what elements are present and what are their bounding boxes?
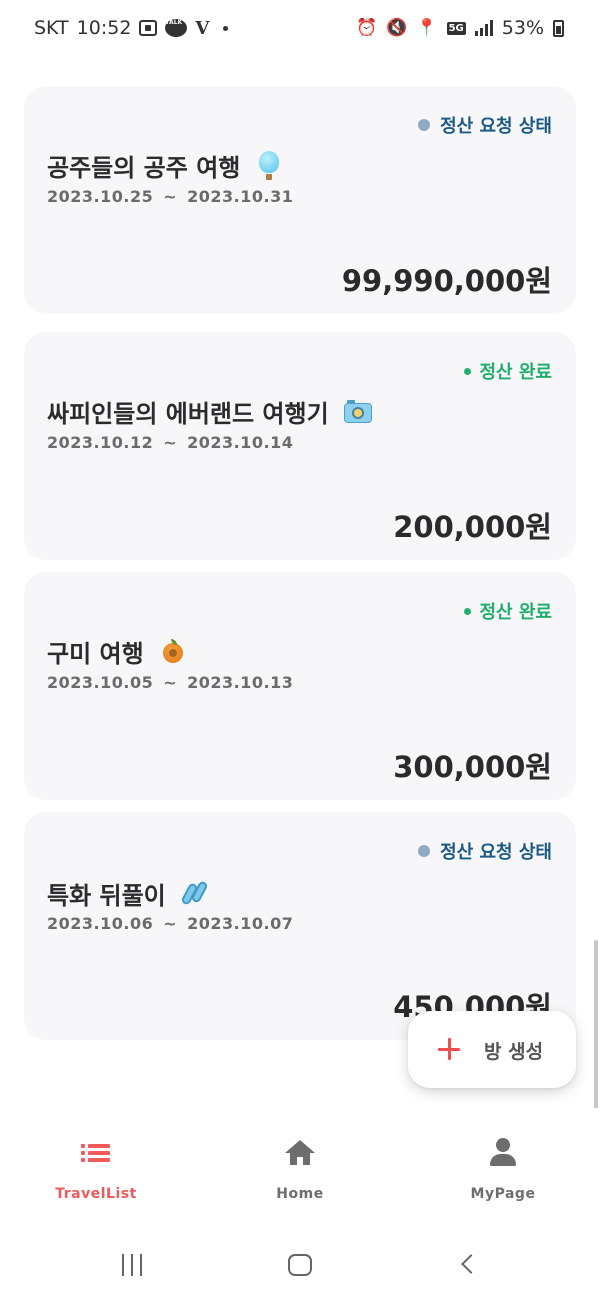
- trip-end-date: 2023.10.31: [187, 187, 294, 206]
- trip-amount: 99,990,000원: [341, 264, 552, 298]
- date-separator: ~: [163, 433, 178, 452]
- settlement-status-label: 정산 완료: [479, 602, 552, 623]
- trip-card[interactable]: 정산 완료 구미 여행 2023.10.05 ~2023.10.13 300,00…: [24, 572, 576, 800]
- status-bar-right: ⏰ 🔇 📍 5G 53%: [356, 17, 564, 39]
- status-dot-icon: [464, 607, 472, 615]
- create-room-button[interactable]: 방 생성: [408, 1011, 576, 1088]
- alarm-icon: ⏰: [356, 17, 378, 38]
- settlement-status-badge: 정산 요청 상태: [418, 838, 552, 864]
- home-icon: [285, 1138, 315, 1172]
- date-separator: ~: [163, 914, 178, 933]
- create-room-label: 방 생성: [484, 1041, 544, 1063]
- trip-start-date: 2023.10.05: [47, 673, 154, 692]
- home-button-icon[interactable]: [288, 1254, 312, 1276]
- settlement-status-label: 정산 요청 상태: [440, 116, 552, 137]
- settlement-status-badge: 정산 요청 상태: [418, 112, 552, 138]
- trip-end-date: 2023.10.14: [187, 433, 294, 452]
- list-icon: [81, 1138, 111, 1172]
- carrier-label: SKT: [34, 17, 69, 39]
- trip-amount: 300,000원: [393, 750, 552, 784]
- nav-label: MyPage: [470, 1186, 536, 1202]
- trip-title: 싸피인들의 에버랜드 여행기: [47, 400, 329, 428]
- nav-item-mypage[interactable]: MyPage: [423, 1138, 583, 1202]
- date-separator: ~: [163, 673, 178, 692]
- status-dot-icon: [418, 119, 431, 131]
- trip-start-date: 2023.10.12: [47, 433, 154, 452]
- trip-amount: 200,000원: [393, 510, 552, 544]
- status-dot-icon: [418, 845, 431, 857]
- trip-card[interactable]: 정산 요청 상태 공주들의 공주 여행 2023.10.25 ~2023.10.3…: [24, 86, 576, 314]
- back-icon[interactable]: [461, 1254, 481, 1274]
- trip-title: 공주들의 공주 여행: [47, 154, 241, 182]
- kakaotalk-icon: TALK: [165, 19, 188, 37]
- trip-title: 특화 뒤풀이: [47, 882, 166, 910]
- status-bar: SKT 10:52 TALK V ⏰ 🔇 📍 5G 53%: [0, 0, 600, 60]
- settlement-status-badge: 정산 완료: [464, 598, 552, 624]
- trip-title: 구미 여행: [47, 640, 144, 668]
- trip-dates: 2023.10.06 ~2023.10.07: [47, 914, 293, 933]
- settlement-status-label: 정산 완료: [479, 362, 552, 383]
- trip-start-date: 2023.10.06: [47, 914, 154, 933]
- trip-end-date: 2023.10.07: [187, 914, 294, 933]
- network-type-icon: 5G: [446, 21, 466, 35]
- battery-percent: 53%: [501, 17, 544, 39]
- nav-label: TravelList: [55, 1186, 137, 1202]
- trip-dates: 2023.10.05 ~2023.10.13: [47, 673, 293, 692]
- trip-title-row: 특화 뒤풀이: [47, 876, 210, 911]
- camera-icon: [343, 397, 373, 427]
- trip-title-row: 싸피인들의 에버랜드 여행기: [47, 394, 373, 429]
- settlement-status-badge: 정산 완료: [464, 358, 552, 384]
- battery-icon: [553, 19, 564, 37]
- status-dot-icon: [464, 367, 472, 375]
- trip-title-row: 공주들의 공주 여행: [47, 148, 284, 183]
- nav-label: Home: [276, 1186, 324, 1202]
- trip-end-date: 2023.10.13: [187, 673, 294, 692]
- mute-icon: 🔇: [386, 17, 408, 38]
- nav-item-home[interactable]: Home: [220, 1138, 380, 1202]
- clock: 10:52: [76, 17, 132, 39]
- recent-apps-icon[interactable]: [120, 1254, 144, 1276]
- date-separator: ~: [163, 187, 178, 206]
- plus-icon: [438, 1038, 460, 1060]
- nav-item-travellist[interactable]: TravelList: [16, 1138, 176, 1202]
- notification-dot-icon: [223, 25, 229, 31]
- trip-card[interactable]: 정산 완료 싸피인들의 에버랜드 여행기 2023.10.12 ~2023.10.…: [24, 332, 576, 560]
- trip-card[interactable]: 정산 요청 상태 특화 뒤풀이 2023.10.06 ~2023.10.07 45…: [24, 812, 576, 1040]
- hot-air-balloon-icon: [254, 150, 284, 181]
- status-bar-left: SKT 10:52 TALK V: [34, 17, 229, 39]
- person-icon: [488, 1138, 518, 1172]
- location-icon: 📍: [416, 17, 438, 38]
- orange-icon: [158, 637, 188, 667]
- system-navigation-bar: [0, 1220, 600, 1300]
- screenshot-icon: [139, 20, 158, 36]
- signal-icon: [474, 20, 493, 36]
- trip-dates: 2023.10.12 ~2023.10.14: [47, 433, 293, 452]
- v-app-icon: V: [195, 17, 210, 39]
- kakaotalk-icon-label: TALK: [165, 19, 183, 26]
- settlement-status-label: 정산 요청 상태: [440, 842, 552, 863]
- bottom-nav: TravelList Home MyPage: [0, 1108, 600, 1220]
- trip-title-row: 구미 여행: [47, 634, 188, 669]
- sandals-icon: [180, 879, 210, 909]
- trip-dates: 2023.10.25 ~2023.10.31: [47, 187, 293, 206]
- trip-start-date: 2023.10.25: [47, 187, 154, 206]
